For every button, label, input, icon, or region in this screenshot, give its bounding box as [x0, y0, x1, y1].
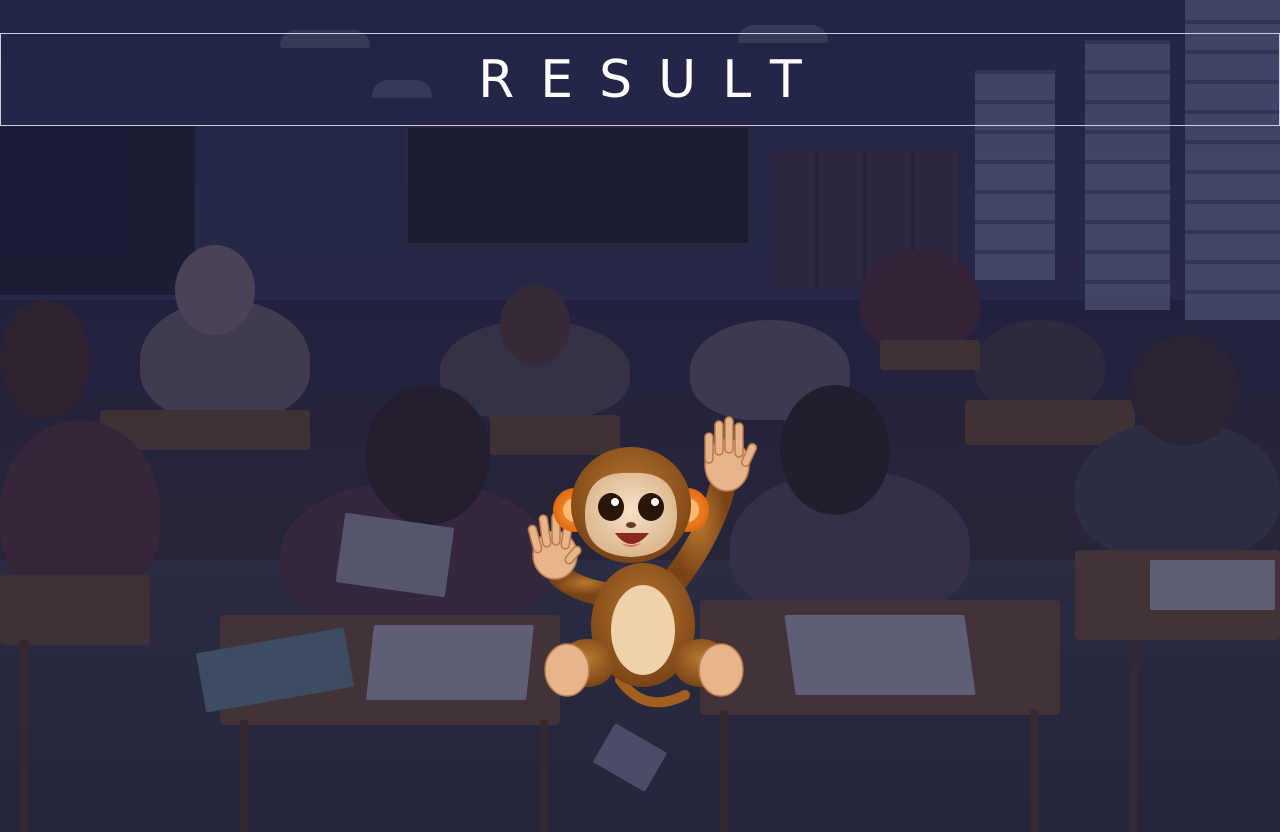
result-screen: RESULT	[0, 0, 1280, 832]
waving-monkey-icon	[527, 416, 758, 708]
result-header: RESULT	[0, 33, 1280, 126]
page-title: RESULT	[478, 49, 828, 110]
